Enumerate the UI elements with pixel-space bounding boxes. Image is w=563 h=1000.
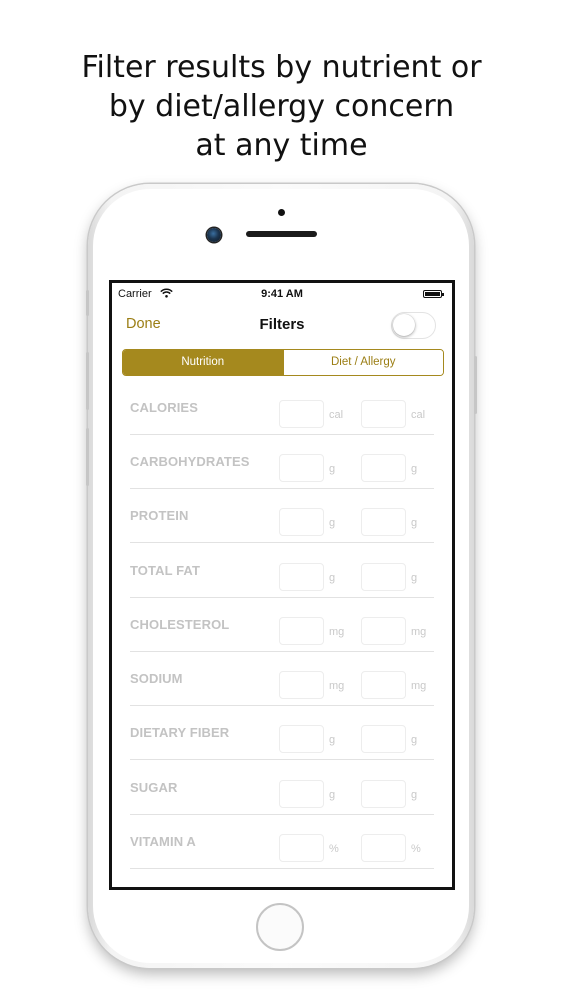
- min-value-input[interactable]: [279, 725, 324, 753]
- segmented-control: Nutrition Diet / Allergy: [122, 349, 444, 376]
- max-unit-label: g: [411, 734, 418, 746]
- max-unit-label: g: [411, 572, 418, 584]
- nutrient-row-vitamin-a: VITAMIN A % %: [112, 814, 452, 869]
- max-value-input[interactable]: [361, 617, 406, 645]
- navigation-bar: Done Filters: [112, 305, 452, 345]
- nutrient-row-calories: CALORIES cal cal: [112, 380, 452, 435]
- min-unit-label: g: [329, 517, 336, 529]
- power-button: [474, 356, 477, 414]
- min-value-input[interactable]: [279, 834, 324, 862]
- nutrient-row-sugar: SUGAR g g: [112, 760, 452, 815]
- headline-line-3: at any time: [195, 128, 368, 163]
- min-unit-label: mg: [329, 680, 345, 692]
- max-unit-label: mg: [411, 626, 427, 638]
- nutrient-row-total-fat: TOTAL FAT g g: [112, 543, 452, 598]
- max-value-input[interactable]: [361, 671, 406, 699]
- nutrient-row-sodium: SODIUM mg mg: [112, 651, 452, 706]
- max-unit-label: g: [411, 789, 418, 801]
- nutrient-row-protein: PROTEIN g g: [112, 488, 452, 543]
- tab-diet-allergy[interactable]: Diet / Allergy: [282, 350, 443, 375]
- status-bar: Carrier 9:41 AM: [112, 283, 452, 305]
- min-unit-label: g: [329, 734, 336, 746]
- page: Filter results by nutrient or by diet/al…: [0, 0, 563, 1000]
- promo-headline: Filter results by nutrient or by diet/al…: [0, 48, 563, 165]
- nutrient-label: TOTAL FAT: [130, 563, 200, 578]
- min-unit-label: g: [329, 572, 336, 584]
- toggle-knob: [393, 314, 415, 336]
- max-value-input[interactable]: [361, 834, 406, 862]
- status-time: 9:41 AM: [261, 288, 303, 300]
- max-unit-label: g: [411, 517, 418, 529]
- headline-line-2: by diet/allergy concern: [108, 89, 455, 124]
- nutrient-label: PROTEIN: [130, 508, 189, 523]
- volume-up-button: [86, 352, 89, 410]
- proximity-sensor: [278, 209, 285, 216]
- max-unit-label: mg: [411, 680, 427, 692]
- mute-switch: [86, 290, 89, 316]
- max-unit-label: cal: [411, 409, 426, 421]
- row-divider: [130, 868, 434, 869]
- nutrient-label: SODIUM: [130, 671, 183, 686]
- home-button: [256, 903, 304, 951]
- min-unit-label: mg: [329, 626, 345, 638]
- min-unit-label: %: [329, 843, 339, 855]
- max-value-input[interactable]: [361, 563, 406, 591]
- max-value-input[interactable]: [361, 780, 406, 808]
- filters-toggle[interactable]: [391, 312, 436, 339]
- min-unit-label: g: [329, 463, 336, 475]
- max-value-input[interactable]: [361, 400, 406, 428]
- nutrient-label: DIETARY FIBER: [130, 725, 230, 740]
- tab-nutrition[interactable]: Nutrition: [123, 350, 283, 375]
- battery-icon: [423, 290, 444, 298]
- min-value-input[interactable]: [279, 400, 324, 428]
- min-value-input[interactable]: [279, 508, 324, 536]
- min-value-input[interactable]: [279, 617, 324, 645]
- nutrient-row-dietary-fiber: DIETARY FIBER g g: [112, 705, 452, 760]
- nutrient-row-cholesterol: CHOLESTEROL mg mg: [112, 597, 452, 652]
- nutrient-label: CHOLESTEROL: [130, 617, 230, 632]
- app-screen: Carrier 9:41 AM Done Filters Nutrition D…: [109, 280, 455, 890]
- nutrient-row-carbohydrates: CARBOHYDRATES g g: [112, 434, 452, 489]
- min-value-input[interactable]: [279, 671, 324, 699]
- nutrient-label: CALORIES: [130, 400, 198, 415]
- headline-line-1: Filter results by nutrient or: [81, 50, 482, 85]
- min-value-input[interactable]: [279, 454, 324, 482]
- nutrient-label: SUGAR: [130, 780, 178, 795]
- min-unit-label: g: [329, 789, 336, 801]
- max-unit-label: g: [411, 463, 418, 475]
- max-value-input[interactable]: [361, 725, 406, 753]
- min-unit-label: cal: [329, 409, 344, 421]
- max-unit-label: %: [411, 843, 421, 855]
- nutrient-label: CARBOHYDRATES: [130, 454, 250, 469]
- earpiece-speaker: [246, 231, 317, 237]
- front-camera-icon: [207, 228, 221, 242]
- max-value-input[interactable]: [361, 454, 406, 482]
- max-value-input[interactable]: [361, 508, 406, 536]
- min-value-input[interactable]: [279, 780, 324, 808]
- min-value-input[interactable]: [279, 563, 324, 591]
- nutrient-label: VITAMIN A: [130, 834, 196, 849]
- volume-down-button: [86, 428, 89, 486]
